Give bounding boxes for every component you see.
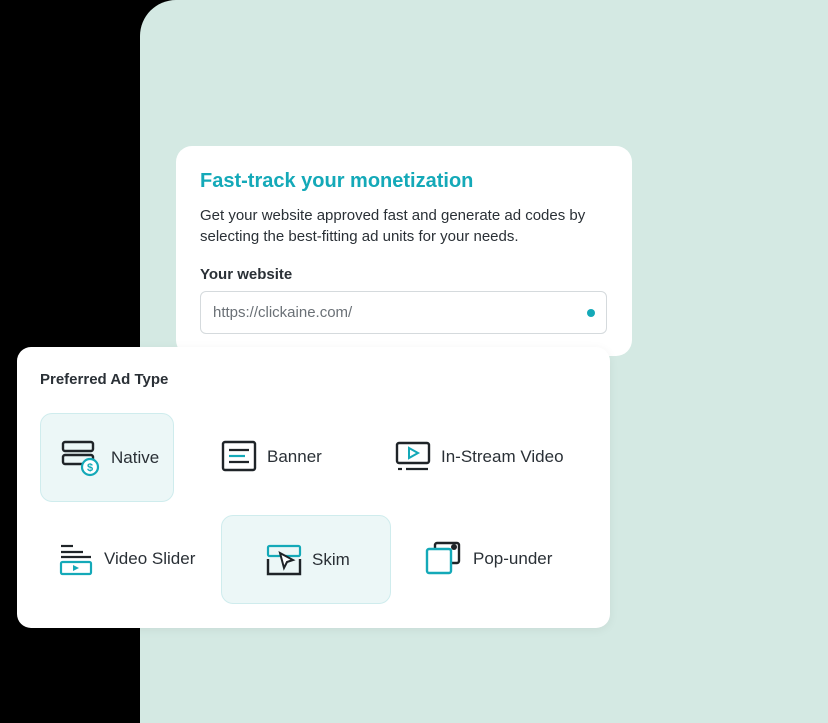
card-description: Get your website approved fast and gener… bbox=[200, 207, 586, 245]
pop-under-icon bbox=[425, 541, 461, 575]
ad-option-label: Banner bbox=[267, 447, 322, 466]
ad-type-card: Preferred Ad Type $ Native Banner In-Str… bbox=[17, 347, 610, 628]
ad-option-in-stream-video[interactable]: In-Stream Video bbox=[394, 437, 565, 477]
onboarding-card: Fast-track your monetization Get your we… bbox=[176, 146, 632, 356]
ad-option-skim[interactable]: Skim bbox=[221, 515, 391, 604]
skim-icon bbox=[266, 544, 302, 575]
website-label: Your website bbox=[200, 266, 293, 283]
ad-option-label: Native bbox=[111, 447, 160, 467]
website-input[interactable] bbox=[200, 291, 607, 334]
native-icon: $ bbox=[61, 440, 100, 476]
ad-option-video-slider[interactable]: Video Slider bbox=[57, 539, 196, 579]
ad-option-label: Pop-under bbox=[473, 549, 553, 568]
ad-option-native[interactable]: $ Native bbox=[40, 413, 174, 502]
ad-option-label: Skim bbox=[312, 549, 350, 569]
ad-option-label: Video Slider bbox=[104, 549, 196, 568]
ad-option-label: In-Stream Video bbox=[441, 447, 564, 466]
banner-icon bbox=[221, 440, 257, 472]
section-title: Preferred Ad Type bbox=[40, 371, 169, 388]
svg-text:$: $ bbox=[87, 462, 93, 474]
in-stream-video-icon bbox=[395, 441, 431, 471]
ad-option-pop-under[interactable]: Pop-under bbox=[424, 539, 553, 579]
video-slider-icon bbox=[59, 544, 93, 576]
input-status-dot bbox=[587, 309, 595, 317]
card-title: Fast-track your monetization bbox=[200, 170, 474, 192]
ad-option-banner[interactable]: Banner bbox=[220, 437, 323, 477]
